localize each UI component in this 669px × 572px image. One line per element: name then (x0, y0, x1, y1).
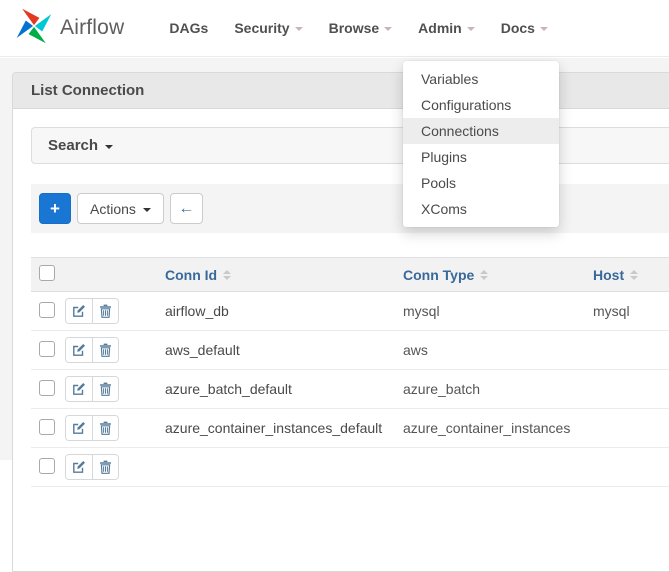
edit-icon[interactable] (66, 377, 92, 401)
chevron-down-icon (467, 27, 475, 31)
navbar: Airflow DAGs Security Browse Admin Docs (0, 0, 669, 57)
column-label: Conn Type (403, 267, 474, 283)
actions-label: Actions (90, 201, 136, 217)
table-row (31, 448, 669, 487)
chevron-down-icon (143, 208, 151, 212)
row-action-buttons (65, 337, 119, 363)
table-row: aws_defaultaws (31, 331, 669, 370)
sort-icon (630, 270, 638, 280)
actions-dropdown-button[interactable]: Actions (77, 193, 164, 224)
column-label: Host (593, 267, 624, 283)
trash-icon[interactable] (92, 299, 118, 323)
chevron-down-icon (105, 145, 113, 149)
cell-conn-id: airflow_db (163, 292, 401, 331)
select-all-checkbox[interactable] (39, 265, 55, 281)
cell-host: mysql (591, 292, 669, 331)
airflow-brand[interactable]: Airflow (14, 6, 124, 51)
trash-icon[interactable] (92, 455, 118, 479)
cell-conn-id: azure_batch_default (163, 370, 401, 409)
page-background: List Connection Search + Actions ← (0, 58, 669, 460)
table-toolbar: + Actions ← (31, 184, 669, 233)
connections-table: Conn Id Conn Type Host (31, 257, 669, 487)
column-header-conn-type[interactable]: Conn Type (403, 267, 488, 283)
cell-conn-type: aws (401, 331, 591, 370)
column-header-conn-id[interactable]: Conn Id (165, 267, 231, 283)
sort-icon (480, 270, 488, 280)
chevron-down-icon (295, 27, 303, 31)
column-header-host[interactable]: Host (593, 267, 638, 283)
cell-conn-id: azure_container_instances_default (163, 409, 401, 448)
list-connection-panel: List Connection Search + Actions ← (12, 72, 669, 572)
admin-dropdown-menu: Variables Configurations Connections Plu… (403, 61, 559, 227)
cell-conn-id: aws_default (163, 331, 401, 370)
sort-icon (223, 270, 231, 280)
table-row: azure_batch_defaultazure_batch (31, 370, 669, 409)
menu-item-xcoms[interactable]: XComs (403, 196, 559, 222)
row-checkbox[interactable] (39, 341, 55, 357)
nav-label: Browse (329, 20, 380, 36)
cell-conn-type (401, 448, 591, 487)
trash-icon[interactable] (92, 416, 118, 440)
arrow-left-icon: ← (178, 200, 194, 218)
row-action-buttons (65, 415, 119, 441)
cell-conn-type: azure_container_instances (401, 409, 591, 448)
nav-label: Admin (418, 20, 462, 36)
table-header-row: Conn Id Conn Type Host (31, 258, 669, 292)
menu-item-configurations[interactable]: Configurations (403, 92, 559, 118)
row-action-buttons (65, 376, 119, 402)
table-row: azure_container_instances_defaultazure_c… (31, 409, 669, 448)
menu-item-plugins[interactable]: Plugins (403, 144, 559, 170)
column-label: Conn Id (165, 267, 217, 283)
panel-body: Search + Actions ← (13, 109, 669, 505)
cell-host (591, 370, 669, 409)
main-nav: DAGs Security Browse Admin Docs (156, 10, 561, 46)
row-action-buttons (65, 454, 119, 480)
search-label: Search (48, 137, 98, 154)
cell-conn-id (163, 448, 401, 487)
menu-item-pools[interactable]: Pools (403, 170, 559, 196)
trash-icon[interactable] (92, 377, 118, 401)
back-button[interactable]: ← (170, 193, 203, 224)
chevron-down-icon (384, 27, 392, 31)
page-title: List Connection (13, 73, 669, 109)
nav-label: Security (234, 20, 289, 36)
brand-text: Airflow (60, 16, 124, 40)
edit-icon[interactable] (66, 299, 92, 323)
row-checkbox[interactable] (39, 419, 55, 435)
search-dropdown[interactable]: Search (31, 127, 669, 164)
chevron-down-icon (540, 27, 548, 31)
airflow-logo-icon (14, 6, 54, 51)
menu-item-connections[interactable]: Connections (403, 118, 559, 144)
nav-label: DAGs (169, 20, 208, 36)
nav-item-docs[interactable]: Docs (488, 10, 561, 46)
nav-item-security[interactable]: Security (221, 10, 315, 46)
add-record-button[interactable]: + (39, 193, 71, 224)
cell-conn-type: azure_batch (401, 370, 591, 409)
table-row: airflow_dbmysqlmysql (31, 292, 669, 331)
menu-item-variables[interactable]: Variables (403, 66, 559, 92)
edit-icon[interactable] (66, 416, 92, 440)
row-checkbox[interactable] (39, 302, 55, 318)
nav-item-dags[interactable]: DAGs (156, 10, 221, 46)
edit-icon[interactable] (66, 338, 92, 362)
nav-item-browse[interactable]: Browse (316, 10, 406, 46)
row-action-buttons (65, 298, 119, 324)
plus-icon: + (50, 199, 60, 219)
cell-host (591, 409, 669, 448)
nav-label: Docs (501, 20, 535, 36)
cell-host (591, 331, 669, 370)
edit-icon[interactable] (66, 455, 92, 479)
trash-icon[interactable] (92, 338, 118, 362)
cell-conn-type: mysql (401, 292, 591, 331)
nav-item-admin[interactable]: Admin (405, 10, 488, 46)
row-checkbox[interactable] (39, 380, 55, 396)
cell-host (591, 448, 669, 487)
